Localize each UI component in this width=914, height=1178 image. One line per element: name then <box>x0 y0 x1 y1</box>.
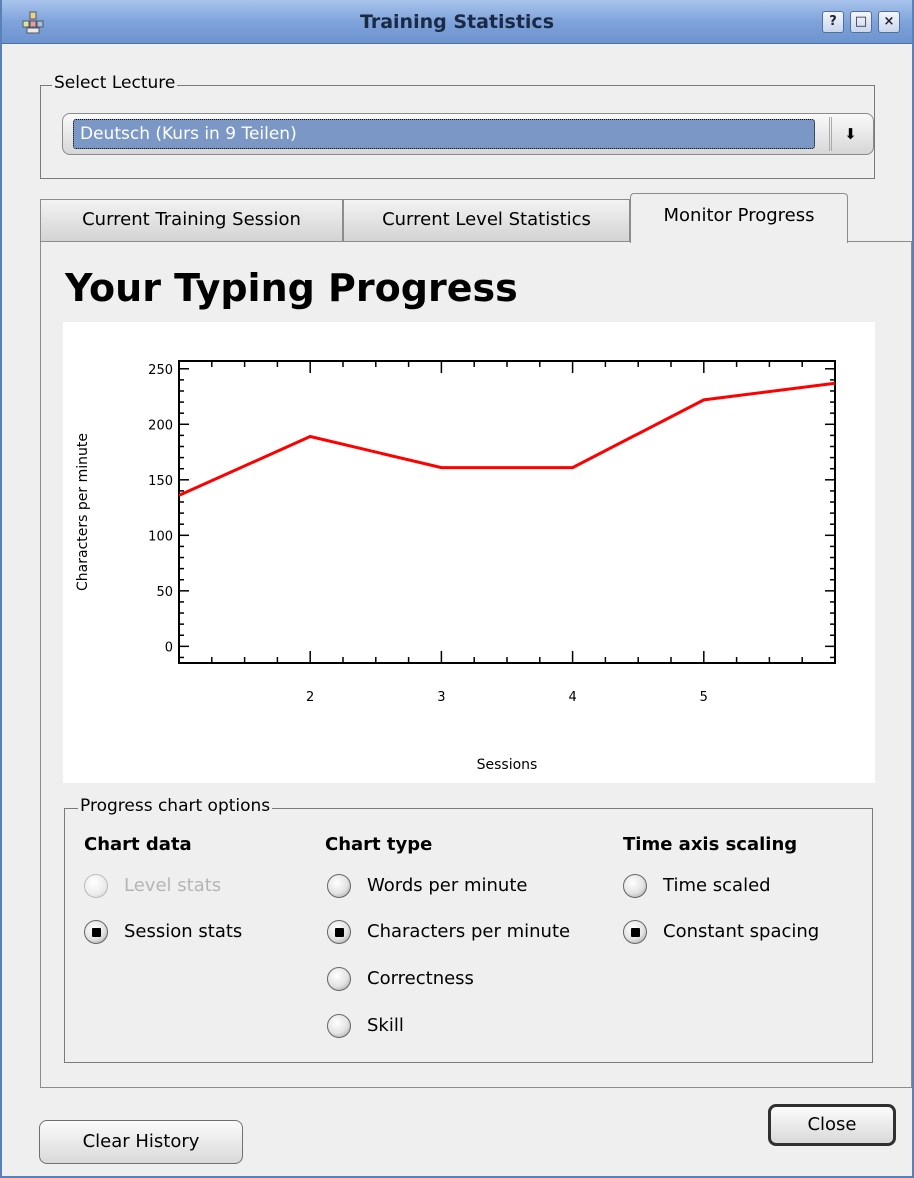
y-tick-label: 200 <box>148 418 173 433</box>
x-tick-labels: 2 3 4 5 <box>306 690 708 705</box>
y-tick-label: 250 <box>148 363 173 378</box>
radio-constant-spacing-button[interactable] <box>623 920 647 944</box>
tab-monitor-progress[interactable]: Monitor Progress <box>630 193 848 243</box>
select-lecture-label: Select Lecture <box>52 73 178 93</box>
lecture-combobox[interactable]: Deutsch (Kurs in 9 Teilen) ⬇ <box>62 113 874 155</box>
y-tick-label: 0 <box>165 640 173 655</box>
radio-correctness-label: Correctness <box>367 968 474 989</box>
x-axis-label: Sessions <box>477 757 538 773</box>
x-tick-label: 4 <box>568 690 576 705</box>
y-tick-label: 150 <box>148 474 173 489</box>
tab-current-level-statistics[interactable]: Current Level Statistics <box>343 199 630 241</box>
radio-session-stats-label: Session stats <box>124 921 243 942</box>
radio-characters-per-minute-button[interactable] <box>327 920 351 944</box>
page-title: Your Typing Progress <box>65 266 518 310</box>
radio-characters-per-minute-label: Characters per minute <box>367 921 571 942</box>
close-button[interactable]: Close <box>768 1104 896 1146</box>
x-tick-label: 5 <box>700 690 708 705</box>
radio-constant-spacing-label: Constant spacing <box>663 921 820 942</box>
radio-session-stats-button[interactable] <box>84 920 108 944</box>
tab-current-training-session[interactable]: Current Training Session <box>40 199 343 241</box>
radio-skill-label: Skill <box>367 1015 404 1036</box>
chart-type-heading: Chart type <box>325 834 433 855</box>
radio-words-per-minute-label: Words per minute <box>367 875 528 896</box>
y-axis-label: Characters per minute <box>75 433 91 591</box>
y-tick-label: 50 <box>156 585 173 600</box>
dropdown-arrow-icon[interactable]: ⬇ <box>829 117 869 151</box>
time-axis-heading: Time axis scaling <box>623 834 798 855</box>
x-tick-label: 2 <box>306 690 314 705</box>
close-window-button[interactable]: × <box>878 11 900 33</box>
radio-time-scaled-label: Time scaled <box>663 875 771 896</box>
x-tick-label: 3 <box>437 690 445 705</box>
lecture-selected-value[interactable]: Deutsch (Kurs in 9 Teilen) <box>73 119 815 149</box>
y-tick-label: 100 <box>148 529 173 544</box>
maximize-button[interactable]: □ <box>850 11 872 33</box>
help-button[interactable]: ? <box>822 11 844 33</box>
radio-time-scaled-button[interactable] <box>623 874 647 898</box>
radio-level-stats-button[interactable] <box>84 874 108 898</box>
chart-data-heading: Chart data <box>84 834 192 855</box>
radio-skill-button[interactable] <box>327 1014 351 1038</box>
radio-words-per-minute-button[interactable] <box>327 874 351 898</box>
plot-frame <box>178 360 836 664</box>
radio-level-stats-label: Level stats <box>124 875 222 896</box>
y-tick-labels: 0 50 100 150 200 250 <box>148 363 173 656</box>
axis-ticks <box>178 361 836 663</box>
progress-chart: 0 50 100 150 200 250 2 3 4 5 Sessions Characters… <box>63 322 875 783</box>
progress-chart-options-label: Progress chart options <box>78 796 273 816</box>
clear-history-button[interactable]: Clear History <box>39 1120 243 1164</box>
window-title: Training Statistics <box>359 11 555 33</box>
radio-correctness-button[interactable] <box>327 967 351 991</box>
series-line <box>178 381 836 497</box>
title-bar[interactable]: Training Statistics ? □ × <box>2 0 912 44</box>
progress-chart-svg: 0 50 100 150 200 250 2 3 4 5 Sessions Characters… <box>75 360 836 773</box>
training-statistics-window: Training Statistics ? □ × Select Lecture… <box>0 0 914 1178</box>
